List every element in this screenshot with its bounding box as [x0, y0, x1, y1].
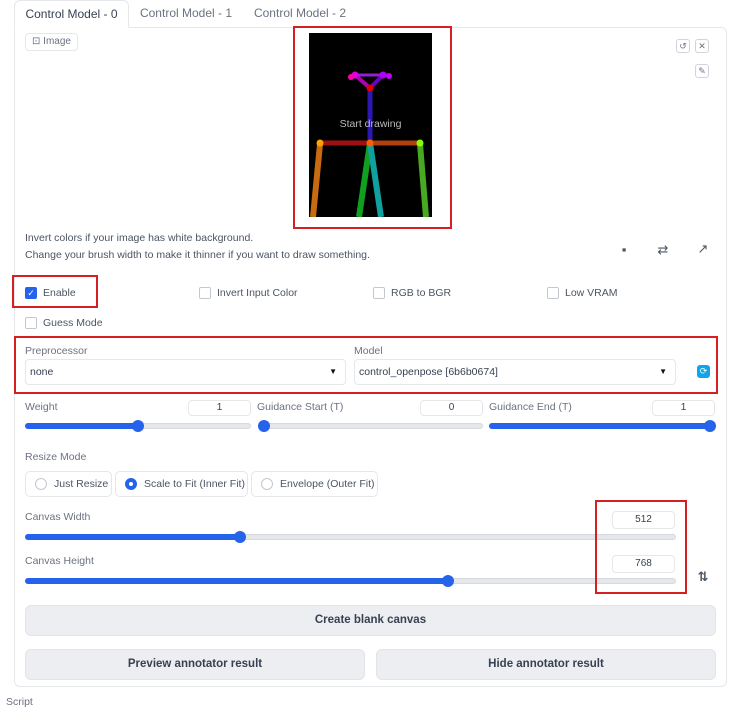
guidance-start-input[interactable]: 0 — [420, 400, 483, 416]
guess-check-box[interactable] — [25, 317, 37, 329]
model-select[interactable]: control_openpose [6b6b0674] ▼ — [354, 359, 676, 385]
canvas-height-input[interactable]: 768 — [612, 555, 675, 573]
script-label: Script — [6, 696, 33, 708]
model-label: Model — [354, 345, 383, 357]
weight-slider[interactable] — [25, 419, 251, 433]
chevron-down-icon: ▼ — [659, 367, 667, 376]
tab-control-model-0[interactable]: Control Model - 0 — [14, 0, 129, 28]
radio-envelope[interactable]: Envelope (Outer Fit) — [251, 471, 378, 497]
guidance-start-slider[interactable] — [258, 419, 483, 433]
sketch-canvas[interactable]: Start drawing — [309, 33, 432, 217]
undo-icon[interactable]: ↺ — [676, 39, 690, 53]
radio-scale-to-fit[interactable]: Scale to Fit (Inner Fit) — [115, 471, 248, 497]
canvas-width-input[interactable]: 512 — [612, 511, 675, 529]
guidance-end-slider[interactable] — [489, 419, 716, 433]
invert-check-box[interactable] — [199, 287, 211, 299]
canvas-height-slider[interactable] — [25, 574, 676, 588]
resize-mode-label: Resize Mode — [25, 451, 87, 463]
slider-thumb[interactable] — [233, 531, 246, 543]
hide-annotator-button[interactable]: Hide annotator result — [376, 649, 716, 680]
rgb-check-box[interactable] — [373, 287, 385, 299]
image-icon: ⊡ — [32, 36, 41, 47]
radio-dot-selected[interactable] — [125, 478, 137, 490]
preprocessor-label: Preprocessor — [25, 345, 88, 357]
help-text-brush: Change your brush width to make it thinn… — [25, 249, 370, 261]
close-icon[interactable]: ✕ — [695, 39, 709, 53]
create-blank-canvas-button[interactable]: Create blank canvas — [25, 605, 716, 636]
rgb-to-bgr-checkbox[interactable]: RGB to BGR — [373, 286, 451, 300]
refresh-models-icon[interactable]: ⟳ — [697, 365, 710, 378]
help-text-invert: Invert colors if your image has white ba… — [25, 232, 254, 244]
enable-checkbox[interactable]: ✓ Enable — [25, 286, 76, 300]
preview-annotator-button[interactable]: Preview annotator result — [25, 649, 365, 680]
invert-input-color-checkbox[interactable]: Invert Input Color — [199, 286, 298, 300]
lowvram-check-box[interactable] — [547, 287, 559, 299]
preprocessor-select[interactable]: none ▼ — [25, 359, 346, 385]
slider-thumb[interactable] — [704, 420, 716, 432]
radio-just-resize[interactable]: Just Resize — [25, 471, 112, 497]
enable-check-icon[interactable]: ✓ — [25, 287, 37, 299]
camera-icon[interactable]: ▪ — [615, 242, 633, 258]
tab-control-model-1[interactable]: Control Model - 1 — [132, 0, 240, 28]
image-label: ⊡ Image — [25, 33, 78, 51]
weight-input[interactable]: 1 — [188, 400, 251, 416]
low-vram-checkbox[interactable]: Low VRAM — [547, 286, 618, 300]
radio-dot[interactable] — [261, 478, 273, 490]
canvas-width-slider[interactable] — [25, 530, 676, 544]
slider-thumb[interactable] — [258, 420, 270, 432]
guess-mode-checkbox[interactable]: Guess Mode — [25, 316, 103, 330]
canvas-placeholder: Start drawing — [339, 118, 402, 130]
slider-thumb[interactable] — [442, 575, 455, 587]
swap-dimensions-icon[interactable]: ⇅ — [694, 569, 712, 585]
radio-dot[interactable] — [35, 478, 47, 490]
guidance-start-label: Guidance Start (T) — [257, 401, 344, 413]
send-icon[interactable]: ↗ — [694, 241, 712, 257]
swap-icon[interactable]: ⇄ — [654, 242, 672, 258]
brush-icon[interactable]: ✎ — [695, 64, 709, 78]
guidance-end-label: Guidance End (T) — [489, 401, 572, 413]
chevron-down-icon: ▼ — [329, 367, 337, 376]
canvas-height-label: Canvas Height — [25, 555, 94, 567]
slider-thumb[interactable] — [132, 420, 144, 432]
weight-label: Weight — [25, 401, 58, 413]
tab-control-model-2[interactable]: Control Model - 2 — [246, 0, 354, 28]
guidance-end-input[interactable]: 1 — [652, 400, 715, 416]
canvas-width-label: Canvas Width — [25, 511, 91, 523]
